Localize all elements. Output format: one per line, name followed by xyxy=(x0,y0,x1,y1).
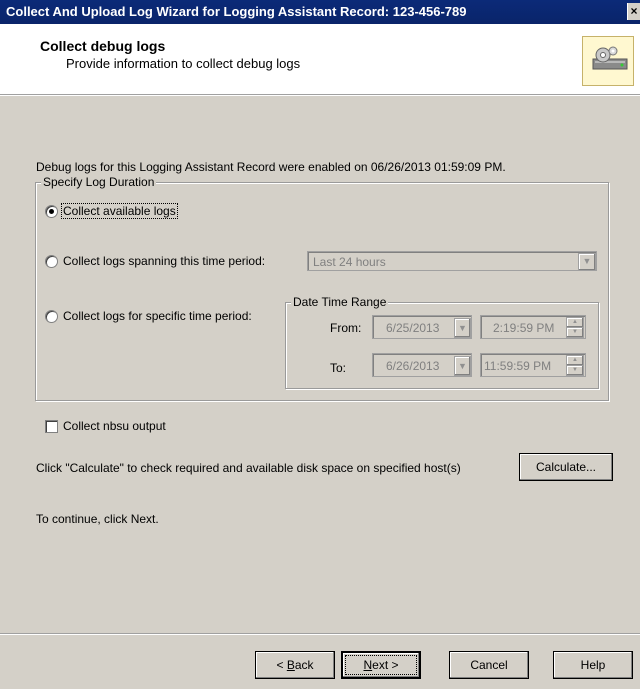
from-date-value: 6/25/2013 xyxy=(386,321,440,335)
window-title: Collect And Upload Log Wizard for Loggin… xyxy=(6,4,467,19)
to-time-value: 11:59:59 PM xyxy=(484,359,552,373)
radio-collect-specific[interactable] xyxy=(45,310,58,323)
help-button[interactable]: Help xyxy=(553,651,633,679)
page-subtitle: Provide information to collect debug log… xyxy=(66,56,301,71)
collect-spanning-label[interactable]: Collect logs spanning this time period: xyxy=(63,254,265,268)
close-button[interactable]: × xyxy=(627,3,640,20)
collect-available-label[interactable]: Collect available logs xyxy=(61,203,178,219)
nbsu-checkbox[interactable] xyxy=(45,420,58,433)
log-duration-legend: Specify Log Duration xyxy=(41,175,157,189)
calculate-button[interactable]: Calculate... xyxy=(519,453,613,481)
from-label: From: xyxy=(330,321,362,335)
next-button[interactable]: Next > xyxy=(341,651,421,679)
spin-down-icon[interactable]: ▼ xyxy=(566,327,584,338)
continue-text: To continue, click Next. xyxy=(36,512,159,526)
page-title: Collect debug logs xyxy=(40,38,166,54)
cancel-button[interactable]: Cancel xyxy=(449,651,529,679)
radio-collect-available[interactable] xyxy=(45,205,58,218)
chevron-down-icon[interactable]: ▼ xyxy=(454,356,471,376)
back-button[interactable]: < Back xyxy=(255,651,335,679)
calculate-text: Click "Calculate" to check required and … xyxy=(36,461,461,475)
period-select-value: Last 24 hours xyxy=(313,255,386,269)
close-icon: × xyxy=(630,4,638,18)
title-bar: Collect And Upload Log Wizard for Loggin… xyxy=(0,0,640,24)
date-range-legend: Date Time Range xyxy=(291,295,389,309)
radio-collect-spanning[interactable] xyxy=(45,255,58,268)
radio-selected-dot xyxy=(49,209,54,214)
chevron-down-icon[interactable]: ▼ xyxy=(578,253,596,271)
period-select[interactable]: Last 24 hours xyxy=(307,251,597,271)
to-label: To: xyxy=(330,361,347,375)
spin-down-icon[interactable]: ▼ xyxy=(566,365,584,376)
from-time-value: 2:19:59 PM xyxy=(493,321,555,335)
nbsu-label[interactable]: Collect nbsu output xyxy=(63,419,166,433)
to-date-value: 6/26/2013 xyxy=(386,359,440,373)
gear-server-icon xyxy=(582,36,634,86)
chevron-down-icon[interactable]: ▼ xyxy=(454,318,471,338)
intro-text: Debug logs for this Logging Assistant Re… xyxy=(36,160,506,174)
collect-specific-label[interactable]: Collect logs for specific time period: xyxy=(63,309,252,323)
